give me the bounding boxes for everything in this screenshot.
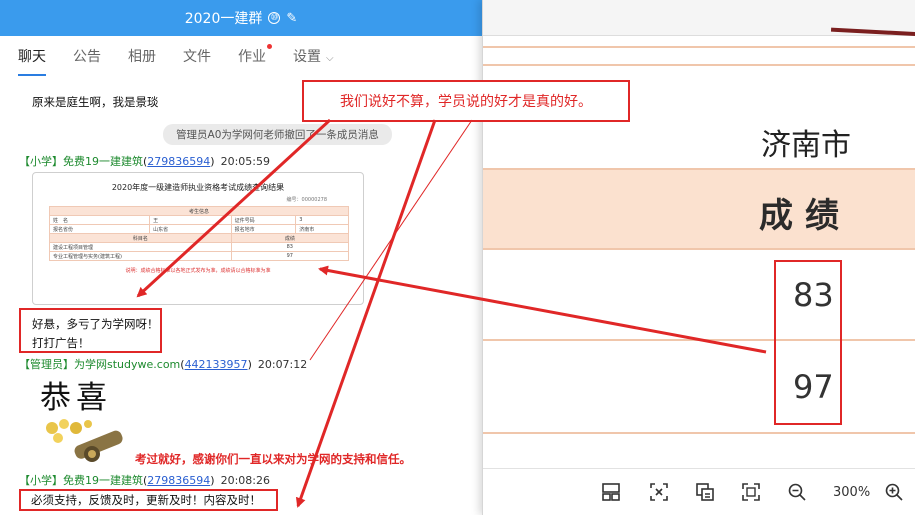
- group-badge: ⑩: [268, 12, 281, 24]
- table-rule: [483, 64, 915, 66]
- zoom-level: 300%: [833, 484, 871, 500]
- edit-icon[interactable]: ✎: [286, 11, 297, 26]
- zoom-in-icon[interactable]: [884, 481, 904, 503]
- message-time: 20:07:12: [257, 358, 308, 371]
- sender-qq-link[interactable]: 279836594: [147, 474, 210, 487]
- sender-name[interactable]: 免费19一建建筑: [63, 155, 143, 168]
- sender-name[interactable]: 免费19一建建筑: [63, 474, 143, 487]
- message-text: 必须支持，反馈及时，更新及时！内容及时！: [31, 493, 261, 507]
- tab-files[interactable]: 文件: [183, 46, 211, 66]
- message-text: 打打广告！: [32, 336, 90, 350]
- tab-settings[interactable]: 设置 ⌵: [293, 46, 334, 66]
- result-image[interactable]: 2020年度一级建造师执业资格考试成绩查询结果 编号：00000278 考生信息…: [32, 172, 364, 305]
- viewer-top-bar: [483, 0, 915, 37]
- highlight-box: 好悬，多亏了为学网呀！ 打打广告！: [19, 308, 162, 353]
- result-table: 考生信息 姓 名王证件号码 3 报名省份 山东省 报名地市 济南市 科目名 成绩 建设工程…: [48, 206, 350, 261]
- copy-image-icon[interactable]: [695, 481, 715, 503]
- message-text: 原来是庭生啊，我是景琰: [32, 95, 159, 109]
- score-header-label: 成绩: [759, 196, 851, 236]
- message-time: 20:08:26: [220, 474, 270, 487]
- congrats-image[interactable]: 恭喜: [38, 372, 130, 464]
- layout-icon[interactable]: [601, 481, 621, 503]
- score-header: 成绩: [483, 168, 915, 250]
- tab-bar: 聊天 公告 相册 文件 作业 设置 ⌵: [0, 36, 482, 76]
- message-header: 【小学】免费19一建建筑(279836594) 20:05:59: [19, 155, 270, 168]
- message-text: 好悬，多亏了为学网呀！: [32, 317, 159, 331]
- image-viewer: 济南市 成绩 83 97 300%: [482, 0, 915, 515]
- viewer-toolbar: 300%: [483, 468, 915, 515]
- notification-dot: [267, 44, 272, 49]
- highlight-box: 必须支持，反馈及时，更新及时！内容及时！: [19, 489, 278, 511]
- sender-role: 【管理员】: [19, 358, 74, 371]
- chat-title-bar: 2020一建群 ⑩ ✎: [0, 0, 482, 36]
- city-cell: 济南市: [761, 128, 851, 163]
- result-doc-title: 2020年度一级建造师执业资格考试成绩查询结果: [111, 183, 285, 192]
- result-doc-code: 编号：00000278: [286, 197, 327, 203]
- annotation-text: 我们说好不算，学员说的好才是真的好。: [340, 94, 592, 110]
- sender-qq-link[interactable]: 279836594: [147, 155, 210, 168]
- chat-area[interactable]: 原来是庭生啊，我是景琰 管理员A0为学网何老师撤回了一条成员消息 【小学】免费1…: [0, 76, 482, 515]
- group-title: 2020一建群: [184, 11, 263, 27]
- fullscreen-icon[interactable]: [741, 481, 761, 503]
- tab-homework[interactable]: 作业: [238, 44, 272, 66]
- sender-qq-link[interactable]: 442133957: [185, 358, 248, 371]
- fit-width-icon[interactable]: [649, 481, 669, 503]
- message-time: 20:05:59: [220, 155, 270, 168]
- system-notice: 管理员A0为学网何老师撤回了一条成员消息: [163, 124, 392, 145]
- sender-role: 【小学】: [19, 474, 63, 487]
- tab-album[interactable]: 相册: [128, 46, 156, 66]
- message-header: 【小学】免费19一建建筑(279836594) 20:08:26: [19, 474, 270, 487]
- tab-announcement[interactable]: 公告: [73, 46, 101, 66]
- sender-role: 【小学】: [19, 155, 63, 168]
- score-highlight-box: [774, 260, 842, 425]
- red-caption: 考过就好，感谢你们一直以来对为学网的支持和信任。: [135, 452, 411, 466]
- sender-name[interactable]: 为学网studywe.com: [74, 358, 180, 371]
- result-doc-footer: 说明：成绩合格标准以各地正式发布为准，成绩请以合格标准为准: [125, 268, 271, 274]
- tab-chat[interactable]: 聊天: [18, 46, 46, 76]
- table-rule: [483, 46, 915, 48]
- chevron-down-icon: ⌵: [326, 53, 334, 64]
- message-header: 【管理员】为学网studywe.com(442133957) 20:07:12: [19, 358, 308, 371]
- zoom-out-icon[interactable]: [787, 481, 807, 503]
- table-rule: [483, 432, 915, 434]
- annotation-box: 我们说好不算，学员说的好才是真的好。: [302, 80, 630, 122]
- congrats-text: 恭喜: [40, 380, 112, 416]
- table-rule: [483, 339, 915, 341]
- cannon-illustration: [46, 419, 123, 462]
